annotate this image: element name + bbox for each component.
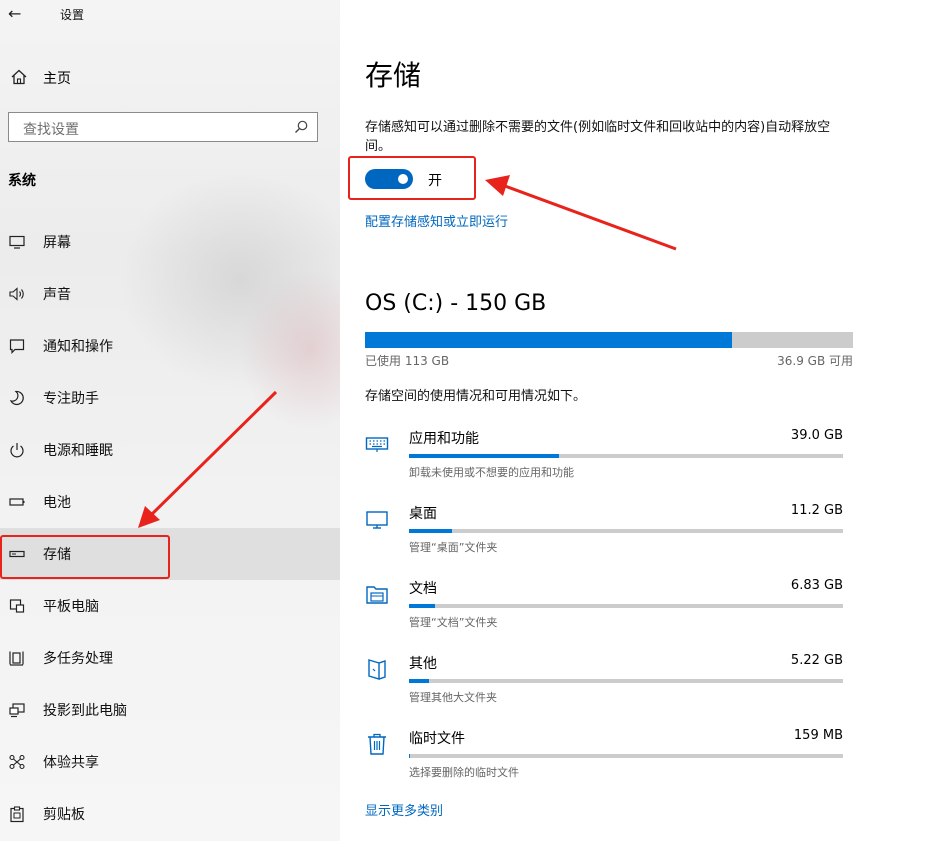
sidebar-item-battery[interactable]: 电池 [0,476,340,528]
category-subtitle: 管理“桌面”文件夹 [409,541,498,554]
share-icon [9,754,25,770]
back-arrow-icon[interactable]: ← [8,4,21,24]
sidebar-item-label: 电池 [43,495,71,511]
title-bar: ← 设置 [0,0,340,30]
category-documents[interactable]: 文档 6.83 GB 管理“文档”文件夹 [365,578,845,638]
usage-description: 存储空间的使用情况和可用情况如下。 [365,389,587,404]
category-subtitle: 选择要删除的临时文件 [409,766,519,779]
category-usage-bar [409,454,843,458]
section-heading: 系统 [8,173,36,189]
power-icon [10,443,24,458]
category-desktop[interactable]: 桌面 11.2 GB 管理“桌面”文件夹 [365,503,845,563]
sidebar-item-focus-assist[interactable]: 专注助手 [0,372,340,424]
sidebar-item-multitasking[interactable]: 多任务处理 [0,632,340,684]
configure-storage-sense-link[interactable]: 配置存储感知或立即运行 [365,211,508,230]
category-usage-fill [409,604,436,608]
category-usage-bar [409,529,843,533]
sidebar-item-notifications[interactable]: 通知和操作 [0,320,340,372]
battery-icon [9,498,25,506]
toggle-highlight-box [348,156,476,200]
category-size: 39.0 GB [790,428,843,443]
clipboard-icon [10,806,24,823]
trash-icon [368,733,386,755]
sidebar-item-label: 屏幕 [43,235,71,251]
drive-free-label: 36.9 GB 可用 [777,354,853,368]
sidebar-item-label: 投影到此电脑 [43,703,127,719]
category-usage-bar [409,754,843,758]
sidebar-item-label: 电源和睡眠 [43,443,113,459]
sidebar-item-label: 体验共享 [43,755,99,771]
category-usage-fill [409,529,452,533]
sidebar-item-project[interactable]: 投影到此电脑 [0,684,340,736]
drive-used-label: 已使用 113 GB [365,354,450,368]
search-icon[interactable] [293,119,309,135]
moon-icon [9,390,24,405]
category-subtitle: 管理其他大文件夹 [409,691,497,704]
category-size: 5.22 GB [790,653,843,668]
category-usage-bar [409,604,843,608]
sidebar-item-clipboard[interactable]: 剪贴板 [0,788,340,840]
category-size: 159 MB [793,728,843,743]
sidebar-item-label: 多任务处理 [43,651,113,667]
sound-icon [9,287,24,301]
sidebar-item-label: 专注助手 [43,391,99,407]
storage-highlight-box [0,535,170,579]
category-temporary-files[interactable]: 临时文件 159 MB 选择要删除的临时文件 [365,728,845,788]
documents-folder-icon [366,586,388,604]
drive-title: OS (C:) - 150 GB [365,291,547,316]
sidebar-item-home[interactable]: 主页 [0,60,340,96]
sidebar-item-power[interactable]: 电源和睡眠 [0,424,340,476]
category-apps[interactable]: 应用和功能 39.0 GB 卸载未使用或不想要的应用和功能 [365,428,845,488]
category-usage-fill [409,754,411,758]
category-name: 临时文件 [409,731,465,747]
notification-icon [9,339,25,354]
show-more-categories-link[interactable]: 显示更多类别 [365,800,443,819]
category-subtitle: 卸载未使用或不想要的应用和功能 [409,466,574,479]
category-usage-bar [409,679,843,683]
sidebar-item-label: 声音 [43,287,71,303]
monitor-icon [366,511,388,529]
category-size: 11.2 GB [790,503,843,518]
sidebar-item-label: 主页 [43,71,71,87]
sidebar-item-sound[interactable]: 声音 [0,268,340,320]
sidebar: ← 设置 主页 查找设置 系统 屏幕 声音 通知和操作 专注助手 电源和睡眠 电… [0,0,340,841]
search-placeholder: 查找设置 [23,122,79,138]
category-usage-fill [409,454,559,458]
category-name: 应用和功能 [409,431,479,447]
category-size: 6.83 GB [790,578,843,593]
sidebar-item-label: 平板电脑 [43,599,99,615]
page-title: 存储 [365,59,422,92]
category-subtitle: 管理“文档”文件夹 [409,616,498,629]
category-name: 其他 [409,656,437,672]
drive-usage-bar [365,332,853,348]
category-other[interactable]: 其他 5.22 GB 管理其他大文件夹 [365,653,845,713]
storage-sense-description: 存储感知可以通过删除不需要的文件(例如临时文件和回收站中的内容)自动释放空间。 [365,120,831,154]
search-input[interactable]: 查找设置 [8,112,318,142]
project-icon [9,703,25,718]
other-files-icon [368,659,386,680]
multitask-icon [9,651,24,666]
sidebar-item-label: 通知和操作 [43,339,113,355]
sidebar-item-shared-experiences[interactable]: 体验共享 [0,736,340,788]
category-name: 文档 [409,581,437,597]
storage-page: 存储 存储感知可以通过删除不需要的文件(例如临时文件和回收站中的内容)自动释放空… [340,0,940,841]
keyboard-icon [365,437,389,452]
window-title: 设置 [60,8,85,22]
home-icon [11,69,27,85]
drive-usage-fill [365,332,733,348]
sidebar-item-label: 剪贴板 [43,807,85,823]
tablet-icon [9,599,25,613]
display-icon [9,235,25,249]
sidebar-item-display[interactable]: 屏幕 [0,216,340,268]
category-name: 桌面 [409,506,437,522]
category-usage-fill [409,679,429,683]
sidebar-item-tablet[interactable]: 平板电脑 [0,580,340,632]
